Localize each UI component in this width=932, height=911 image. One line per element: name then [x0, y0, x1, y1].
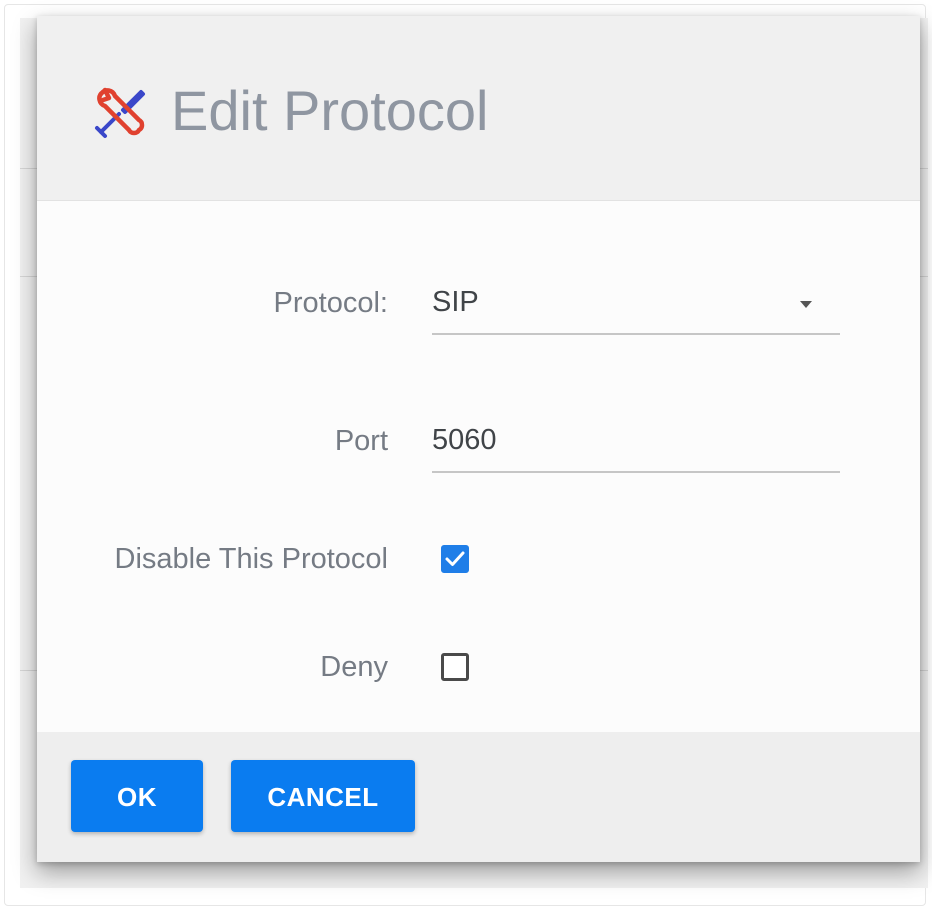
ok-button[interactable]: OK — [71, 760, 203, 832]
checkmark-icon — [445, 551, 465, 566]
port-input-value: 5060 — [432, 424, 497, 456]
wrench-screwdriver-icon — [93, 84, 149, 140]
protocol-label: Protocol: — [273, 287, 388, 319]
cancel-button[interactable]: CANCEL — [231, 760, 415, 832]
port-label: Port — [334, 425, 388, 457]
disable-protocol-checkbox[interactable] — [441, 545, 469, 573]
disable-protocol-label: Disable This Protocol — [114, 543, 388, 575]
edit-protocol-dialog: Edit Protocol Protocol: SIP Port 5060 Di… — [37, 16, 920, 862]
deny-checkbox[interactable] — [441, 653, 469, 681]
dialog-header: Edit Protocol — [37, 16, 920, 201]
protocol-select-value: SIP — [432, 286, 479, 318]
dialog-title: Edit Protocol — [171, 79, 489, 142]
dialog-body: Protocol: SIP Port 5060 Disable This Pro… — [37, 201, 920, 732]
port-input[interactable]: 5060 — [432, 423, 840, 473]
protocol-select[interactable]: SIP — [432, 285, 840, 335]
dialog-footer: OK CANCEL — [37, 732, 920, 862]
caret-down-icon[interactable] — [800, 301, 812, 308]
deny-label: Deny — [320, 651, 388, 683]
